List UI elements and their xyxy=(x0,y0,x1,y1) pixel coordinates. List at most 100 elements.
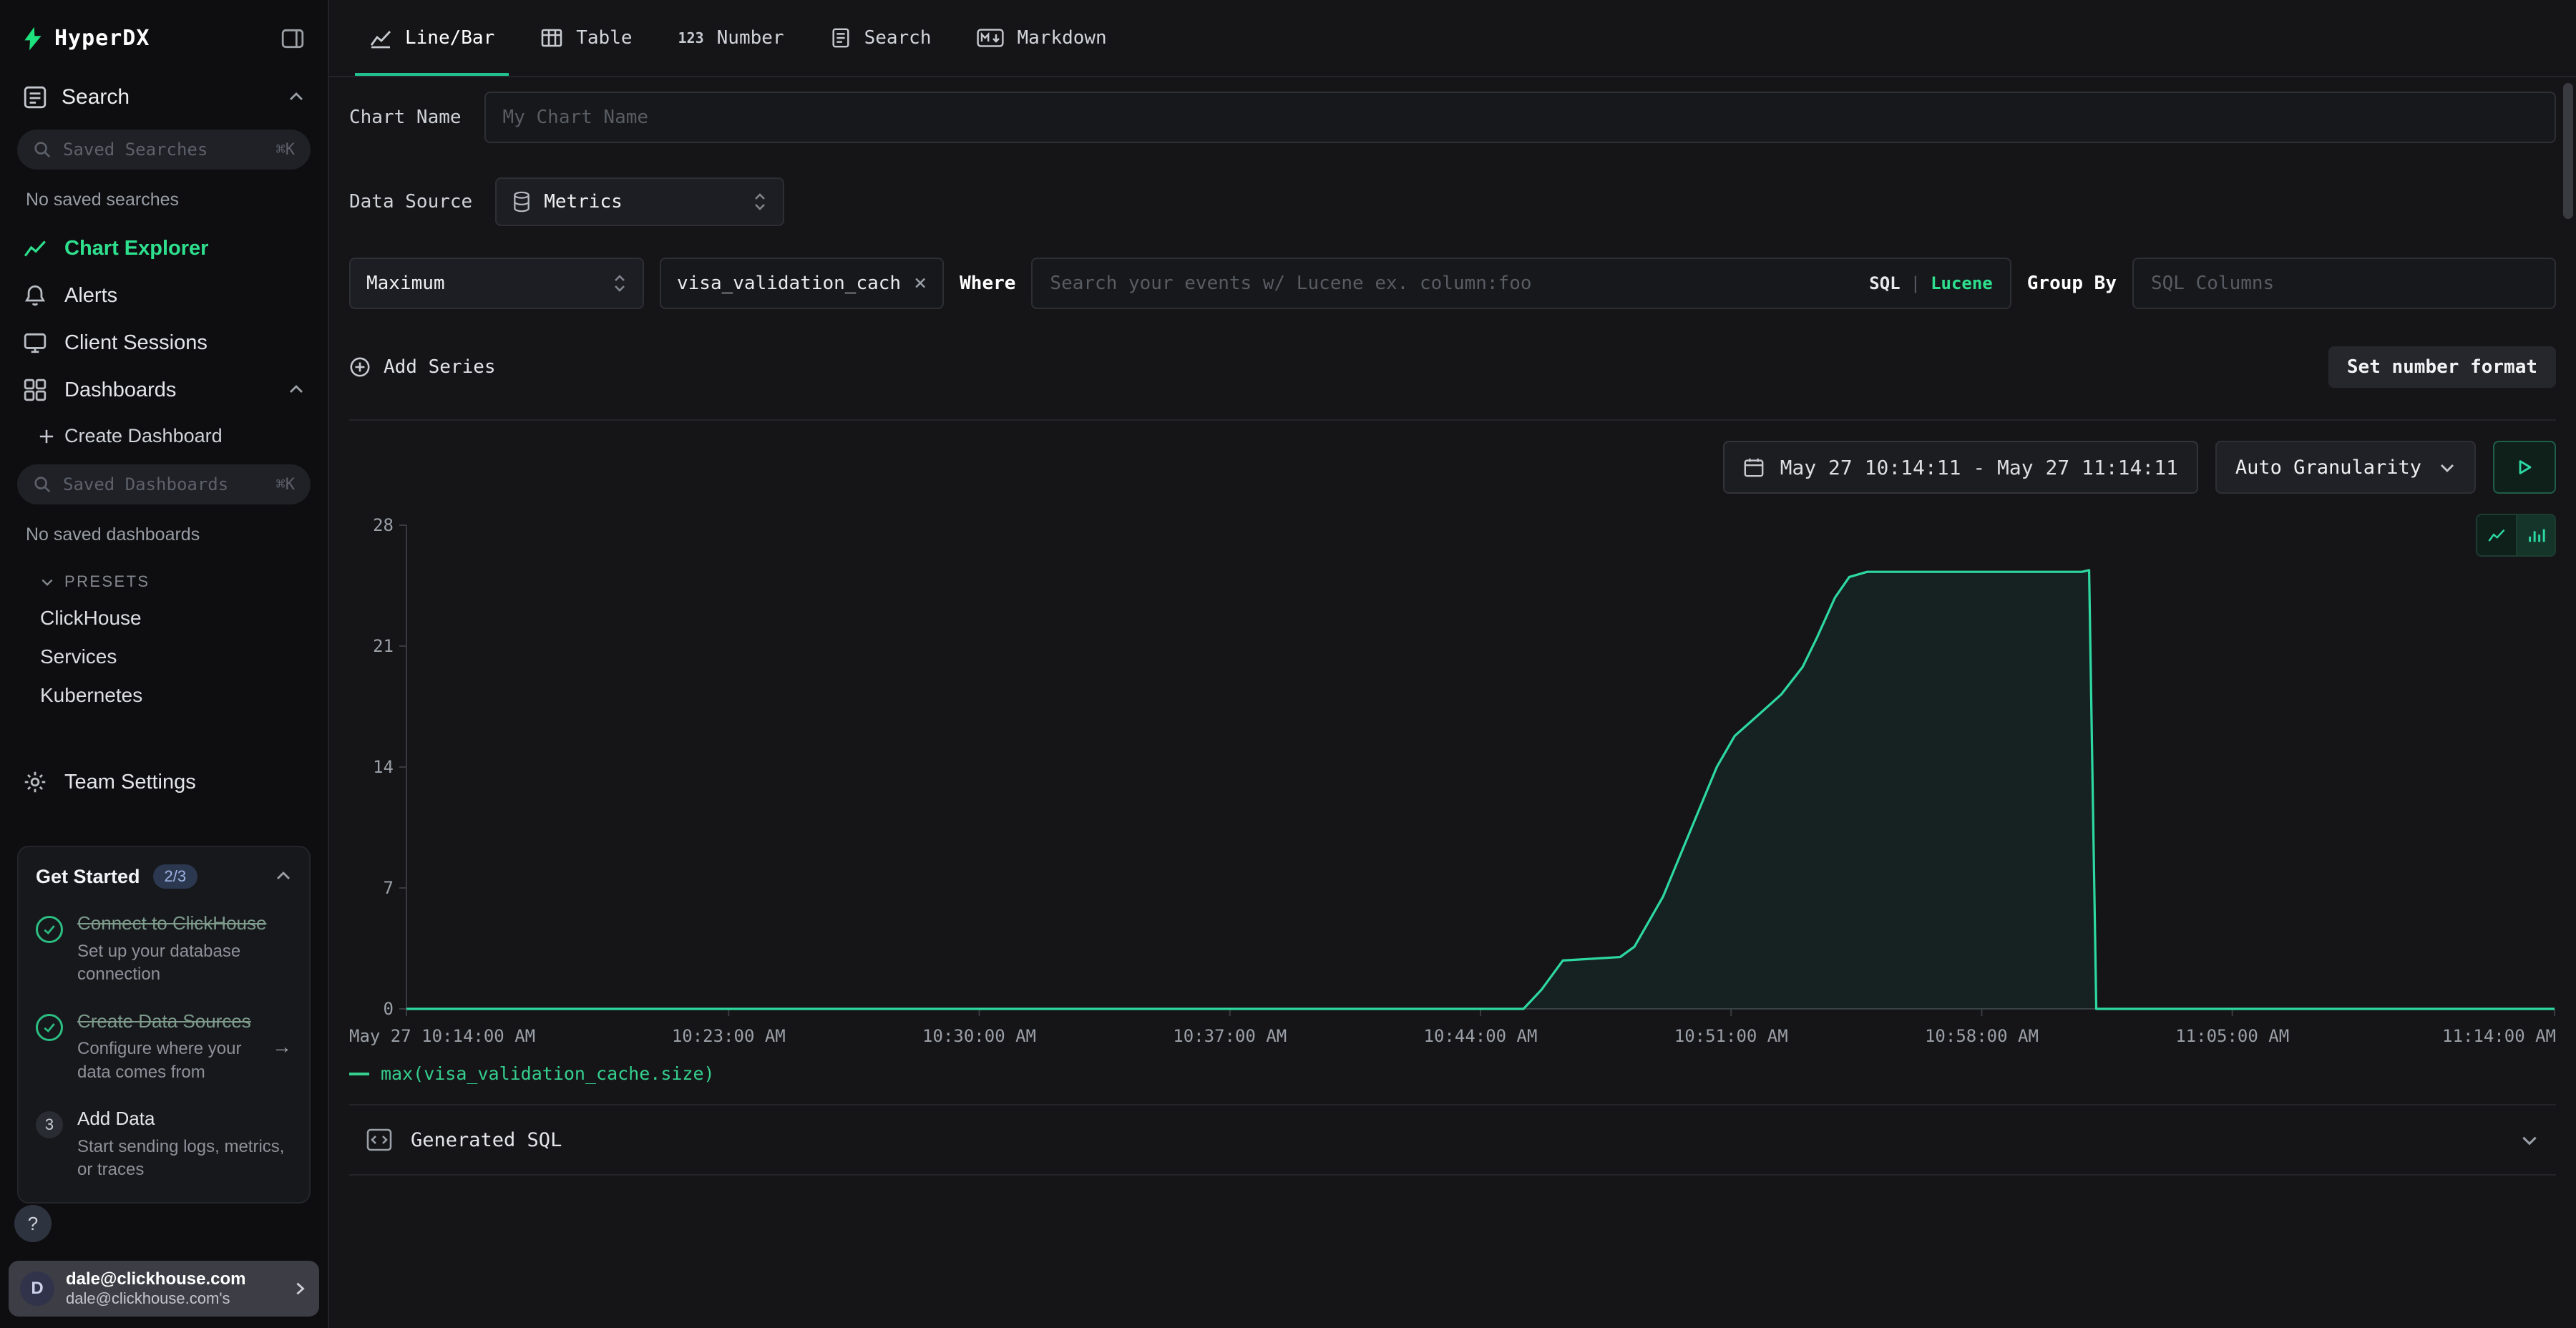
tab-label: Line/Bar xyxy=(405,27,494,49)
sidebar-item-team-settings[interactable]: Team Settings xyxy=(0,758,328,806)
app-root: HyperDX Search Saved Searches ⌘K No save… xyxy=(0,0,2576,1328)
chevron-down-icon[interactable] xyxy=(2520,1131,2539,1149)
aggregation-select[interactable]: Maximum xyxy=(349,258,644,309)
date-range-picker[interactable]: May 27 10:14:11 - May 27 11:14:11 xyxy=(1723,441,2198,494)
chevron-up-icon[interactable] xyxy=(288,89,305,106)
tab-number[interactable]: 123 Number xyxy=(658,0,804,76)
query-language-toggle: SQL | Lucene xyxy=(1869,258,1993,309)
get-started-item-desc: Start sending logs, metrics, or traces xyxy=(77,1136,292,1182)
preset-item-clickhouse[interactable]: ClickHouse xyxy=(0,600,328,638)
metric-chip[interactable]: visa_validation_cach × xyxy=(660,258,944,309)
plus-circle-icon xyxy=(349,356,371,378)
granularity-select[interactable]: Auto Granularity xyxy=(2215,441,2476,494)
chevron-up-icon[interactable] xyxy=(288,381,305,399)
chart-name-input[interactable] xyxy=(484,92,2556,143)
get-started-title: Get Started xyxy=(36,866,140,888)
get-started-item-desc: Configure where your data comes from xyxy=(77,1038,258,1084)
chart-svg[interactable]: 07142128May 27 10:14:00 AM10:23:00 AM10:… xyxy=(349,508,2556,1055)
plus-icon xyxy=(39,429,54,444)
tab-line-bar[interactable]: Line/Bar xyxy=(349,0,514,76)
svg-text:10:58:00 AM: 10:58:00 AM xyxy=(1925,1026,2039,1046)
aggregation-value: Maximum xyxy=(366,273,445,294)
avatar: D xyxy=(20,1271,54,1306)
code-icon xyxy=(366,1128,392,1151)
tab-markdown[interactable]: Markdown xyxy=(957,0,1126,76)
lucene-toggle-button[interactable]: Lucene xyxy=(1931,273,1993,293)
help-button[interactable]: ? xyxy=(14,1205,52,1242)
run-query-button[interactable] xyxy=(2493,441,2556,494)
sidebar-item-client-sessions[interactable]: Client Sessions xyxy=(0,319,328,366)
date-range-value: May 27 10:14:11 - May 27 11:14:11 xyxy=(1780,456,2178,479)
sidebar-item-label: Client Sessions xyxy=(64,331,208,355)
metric-chip-label: visa_validation_cach xyxy=(677,273,901,294)
search-icon xyxy=(33,140,52,159)
play-icon xyxy=(2514,457,2534,477)
group-by-label: Group By xyxy=(2027,273,2117,294)
data-source-label: Data Source xyxy=(349,191,472,213)
no-saved-dashboards-text: No saved dashboards xyxy=(0,504,328,560)
sidebar-item-chart-explorer[interactable]: Chart Explorer xyxy=(0,225,328,272)
add-series-button[interactable]: Add Series xyxy=(349,356,496,378)
sidebar-collapse-icon[interactable] xyxy=(280,26,305,51)
presets-toggle[interactable]: PRESETS xyxy=(0,560,328,600)
data-source-select[interactable]: Metrics xyxy=(495,177,784,226)
sidebar-item-dashboards[interactable]: Dashboards xyxy=(0,366,328,414)
svg-text:14: 14 xyxy=(373,757,394,777)
chart-name-label: Chart Name xyxy=(349,107,462,128)
get-started-item-title: Add Data xyxy=(77,1107,292,1131)
preset-item-services[interactable]: Services xyxy=(0,638,328,677)
sidebar-item-alerts[interactable]: Alerts xyxy=(0,272,328,319)
user-team: dale@clickhouse.com's xyxy=(66,1289,280,1308)
svg-text:10:23:00 AM: 10:23:00 AM xyxy=(672,1026,786,1046)
set-number-format-button[interactable]: Set number format xyxy=(2328,346,2556,388)
sidebar-item-label: Dashboards xyxy=(64,379,176,402)
group-by-input[interactable] xyxy=(2132,258,2556,309)
bar-view-toggle[interactable] xyxy=(2516,515,2555,555)
close-icon[interactable]: × xyxy=(914,273,927,294)
chevron-down-icon xyxy=(40,575,54,589)
line-chart-icon xyxy=(369,26,392,49)
tab-table[interactable]: Table xyxy=(520,0,652,76)
sidebar-section-search[interactable]: Search xyxy=(0,71,328,124)
get-started-header[interactable]: Get Started 2/3 xyxy=(36,864,292,889)
presets-label: PRESETS xyxy=(64,572,150,591)
step-number-badge: 3 xyxy=(36,1111,63,1138)
create-dashboard-button[interactable]: Create Dashboard xyxy=(0,414,328,459)
chart-type-tabbar: Line/Bar Table 123 Number Search xyxy=(329,0,2576,77)
chart-form: Chart Name Data Source Metrics Maxim xyxy=(329,77,2576,421)
saved-dashboards-input[interactable]: Saved Dashboards ⌘K xyxy=(17,464,311,504)
search-icon xyxy=(33,475,52,494)
chart-toolbar: May 27 10:14:11 - May 27 11:14:11 Auto G… xyxy=(349,441,2556,494)
generated-sql-section[interactable]: Generated SQL xyxy=(349,1104,2556,1176)
chevron-up-icon[interactable] xyxy=(275,868,292,885)
number-123-icon: 123 xyxy=(678,29,704,47)
main-panel: Line/Bar Table 123 Number Search xyxy=(329,0,2576,1328)
bell-icon xyxy=(23,283,49,308)
svg-text:10:44:00 AM: 10:44:00 AM xyxy=(1424,1026,1538,1046)
user-menu-button[interactable]: D dale@clickhouse.com dale@clickhouse.co… xyxy=(9,1261,319,1317)
tab-label: Markdown xyxy=(1017,27,1106,49)
saved-searches-shortcut: ⌘K xyxy=(276,141,296,159)
svg-text:21: 21 xyxy=(373,636,394,656)
get-started-item-connect[interactable]: Connect to ClickHouse Set up your databa… xyxy=(36,912,292,987)
gear-icon xyxy=(23,770,49,794)
hyperdx-logo[interactable]: HyperDX xyxy=(23,26,150,51)
where-input[interactable] xyxy=(1031,258,2011,309)
no-saved-searches-text: No saved searches xyxy=(0,170,328,225)
sql-toggle-button[interactable]: SQL xyxy=(1869,273,1900,293)
sidebar-item-label: Team Settings xyxy=(64,771,196,794)
get-started-item-data-sources[interactable]: Create Data Sources Configure where your… xyxy=(36,1010,292,1085)
arrow-right-icon[interactable]: → xyxy=(272,1035,292,1058)
chevron-right-icon xyxy=(292,1281,308,1297)
saved-searches-input[interactable]: Saved Searches ⌘K xyxy=(17,130,311,170)
get-started-item-desc: Set up your database connection xyxy=(77,940,292,987)
tab-search[interactable]: Search xyxy=(810,0,952,76)
saved-dashboards-shortcut: ⌘K xyxy=(276,476,296,494)
get-started-item-add-data[interactable]: 3 Add Data Start sending logs, metrics, … xyxy=(36,1107,292,1182)
scrollbar-thumb[interactable] xyxy=(2563,83,2573,219)
preset-item-kubernetes[interactable]: Kubernetes xyxy=(0,677,328,716)
line-view-toggle[interactable] xyxy=(2477,515,2516,555)
sidebar-item-label: Chart Explorer xyxy=(64,237,208,260)
dashboards-icon xyxy=(23,378,49,402)
chart-display-toggle xyxy=(2476,514,2556,557)
